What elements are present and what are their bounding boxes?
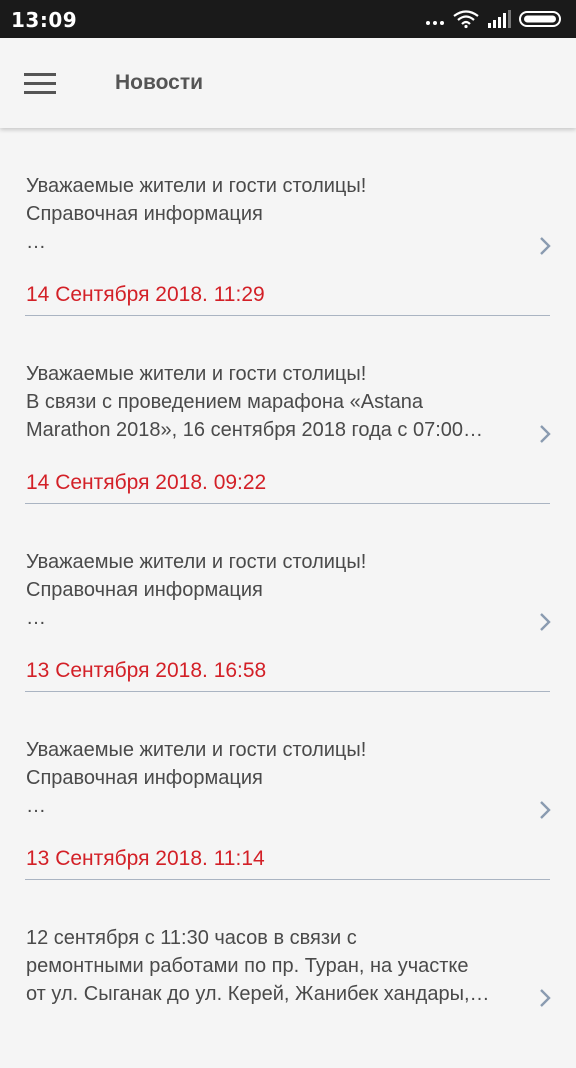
hamburger-icon bbox=[24, 73, 56, 94]
news-line: Справочная информация bbox=[26, 579, 263, 601]
news-line: от ул. Сыганак до ул. Керей, Жанибек хан… bbox=[26, 983, 490, 1005]
chevron-right-icon bbox=[540, 989, 551, 1007]
news-line: … bbox=[26, 607, 46, 629]
status-time: 13:09 bbox=[11, 8, 78, 32]
news-item[interactable]: Уважаемые жители и гости столицы! В связ… bbox=[0, 316, 576, 504]
news-item[interactable]: Уважаемые жители и гости столицы! Справо… bbox=[0, 504, 576, 692]
news-line: Уважаемые жители и гости столицы! bbox=[26, 175, 367, 197]
news-item[interactable]: 12 сентября с 11:30 часов в связи с ремо… bbox=[0, 880, 576, 1068]
news-item[interactable]: Уважаемые жители и гости столицы! Справо… bbox=[0, 128, 576, 316]
wifi-icon bbox=[453, 10, 479, 29]
news-date: 14 Сентября 2018. 09:22 bbox=[26, 471, 267, 494]
news-line: Справочная информация bbox=[26, 203, 263, 225]
news-line: Marathon 2018», 16 сентября 2018 года с … bbox=[26, 419, 484, 441]
battery-icon bbox=[519, 11, 561, 27]
news-text: Уважаемые жители и гости столицы! Справо… bbox=[26, 736, 516, 820]
news-line: … bbox=[26, 795, 46, 817]
news-text: Уважаемые жители и гости столицы! Справо… bbox=[26, 172, 516, 256]
news-line: … bbox=[26, 231, 46, 253]
news-line: Уважаемые жители и гости столицы! bbox=[26, 739, 367, 761]
news-line: ремонтными работами по пр. Туран, на уча… bbox=[26, 955, 469, 977]
news-line: В связи с проведением марафона «Astana bbox=[26, 391, 423, 413]
news-text: Уважаемые жители и гости столицы! В связ… bbox=[26, 360, 516, 444]
status-bar: 13:09 bbox=[0, 0, 576, 38]
more-dots-icon bbox=[426, 21, 444, 25]
news-line: Уважаемые жители и гости столицы! bbox=[26, 551, 367, 573]
news-line: Уважаемые жители и гости столицы! bbox=[26, 363, 367, 385]
news-line: 12 сентября с 11:30 часов в связи с bbox=[26, 927, 357, 949]
chevron-right-icon bbox=[540, 801, 551, 819]
news-item[interactable]: Уважаемые жители и гости столицы! Справо… bbox=[0, 692, 576, 880]
news-date: 13 Сентября 2018. 11:14 bbox=[26, 847, 265, 870]
news-list: Уважаемые жители и гости столицы! Справо… bbox=[0, 128, 576, 1068]
chevron-right-icon bbox=[540, 237, 551, 255]
signal-icon bbox=[488, 10, 511, 28]
news-text: Уважаемые жители и гости столицы! Справо… bbox=[26, 548, 516, 632]
news-date: 13 Сентября 2018. 16:58 bbox=[26, 659, 267, 682]
news-line: Справочная информация bbox=[26, 767, 263, 789]
app-bar: Новости bbox=[0, 38, 576, 128]
news-date: 14 Сентября 2018. 11:29 bbox=[26, 283, 265, 306]
chevron-right-icon bbox=[540, 425, 551, 443]
page-title: Новости bbox=[115, 71, 204, 94]
menu-button[interactable] bbox=[18, 61, 62, 105]
status-icons bbox=[424, 9, 564, 29]
chevron-right-icon bbox=[540, 613, 551, 631]
news-text: 12 сентября с 11:30 часов в связи с ремо… bbox=[26, 924, 516, 1008]
